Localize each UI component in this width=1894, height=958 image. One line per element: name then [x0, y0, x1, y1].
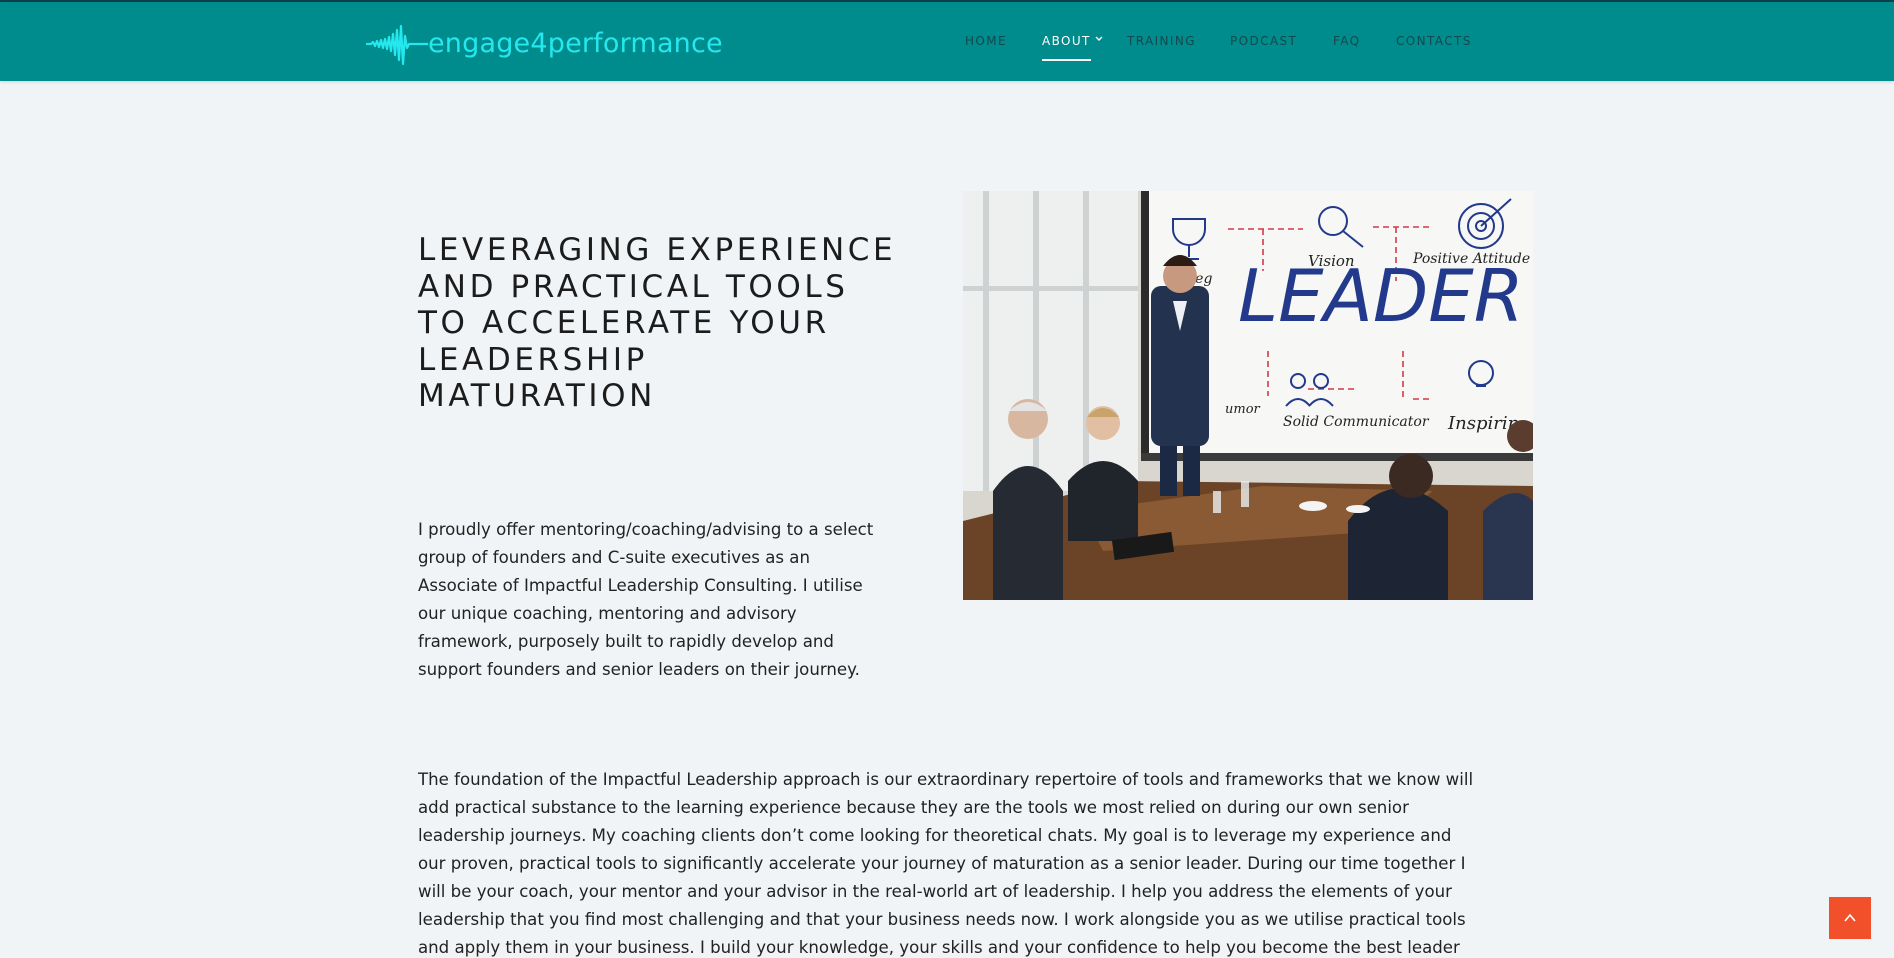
- board-word-humor: umor: [1225, 402, 1261, 417]
- nav-item-home[interactable]: HOME: [965, 34, 1007, 48]
- board-word-vision: Vision: [1308, 252, 1355, 270]
- leadership-meeting-photo: LEADER Vision Positive Attitude Solid Co…: [963, 191, 1533, 600]
- chevron-up-icon: [1844, 913, 1856, 922]
- chevron-down-icon[interactable]: [1094, 34, 1104, 44]
- body-paragraph: The foundation of the Impactful Leadersh…: [418, 770, 1474, 957]
- active-nav-underline: [1042, 59, 1091, 61]
- nav-item-about[interactable]: ABOUT: [1042, 34, 1091, 48]
- photo-illustration: LEADER Vision Positive Attitude Solid Co…: [963, 191, 1533, 600]
- main-nav: HOME ABOUT TRAINING PODCAST FAQ CONTACTS: [0, 2, 1894, 81]
- page-title: LEVERAGING EXPERIENCE AND PRACTICAL TOOL…: [418, 232, 897, 414]
- nav-item-podcast[interactable]: PODCAST: [1230, 34, 1297, 48]
- nav-item-contacts[interactable]: CONTACTS: [1396, 34, 1472, 48]
- board-word-positive-attitude: Positive Attitude: [1412, 251, 1530, 267]
- board-word-solid-communicator: Solid Communicator: [1283, 414, 1430, 430]
- nav-item-faq[interactable]: FAQ: [1333, 34, 1360, 48]
- back-to-top-button[interactable]: [1829, 897, 1871, 939]
- intro-paragraph: I proudly offer mentoring/coaching/advis…: [418, 520, 874, 679]
- nav-item-training[interactable]: TRAINING: [1127, 34, 1196, 48]
